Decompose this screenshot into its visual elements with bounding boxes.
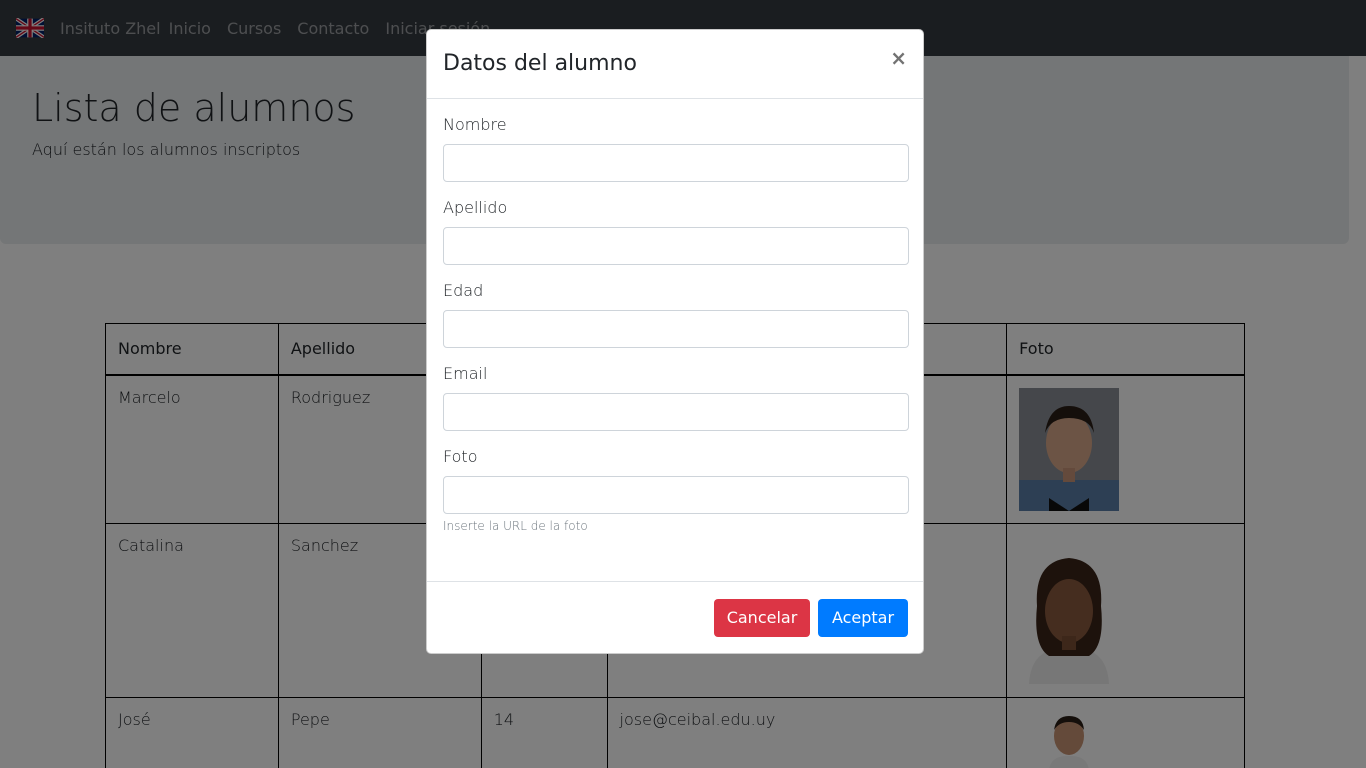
- modal-footer: Cancelar Aceptar: [427, 581, 923, 653]
- cancel-button[interactable]: Cancelar: [714, 598, 810, 637]
- label-edad: Edad: [443, 281, 484, 300]
- form-group-foto: Foto Inserte la URL de la foto: [443, 447, 909, 533]
- form-group-nombre: Nombre: [443, 115, 909, 182]
- email-input[interactable]: [443, 393, 909, 431]
- nombre-input[interactable]: [443, 144, 909, 182]
- modal-body: Nombre Apellido Edad Email Foto Inserte …: [427, 99, 923, 533]
- label-foto: Foto: [443, 447, 478, 466]
- student-modal: Datos del alumno × Nombre Apellido Edad …: [426, 29, 924, 654]
- label-apellido: Apellido: [443, 198, 508, 217]
- modal-title: Datos del alumno: [443, 51, 637, 76]
- edad-input[interactable]: [443, 310, 909, 348]
- foto-help-text: Inserte la URL de la foto: [443, 519, 588, 533]
- form-group-apellido: Apellido: [443, 198, 909, 265]
- label-email: Email: [443, 364, 488, 383]
- close-icon[interactable]: ×: [890, 46, 907, 70]
- apellido-input[interactable]: [443, 227, 909, 265]
- accept-button[interactable]: Aceptar: [818, 598, 908, 637]
- modal-header: Datos del alumno ×: [427, 30, 923, 99]
- label-nombre: Nombre: [443, 115, 507, 134]
- form-group-edad: Edad: [443, 281, 909, 348]
- form-group-email: Email: [443, 364, 909, 431]
- foto-input[interactable]: [443, 476, 909, 514]
